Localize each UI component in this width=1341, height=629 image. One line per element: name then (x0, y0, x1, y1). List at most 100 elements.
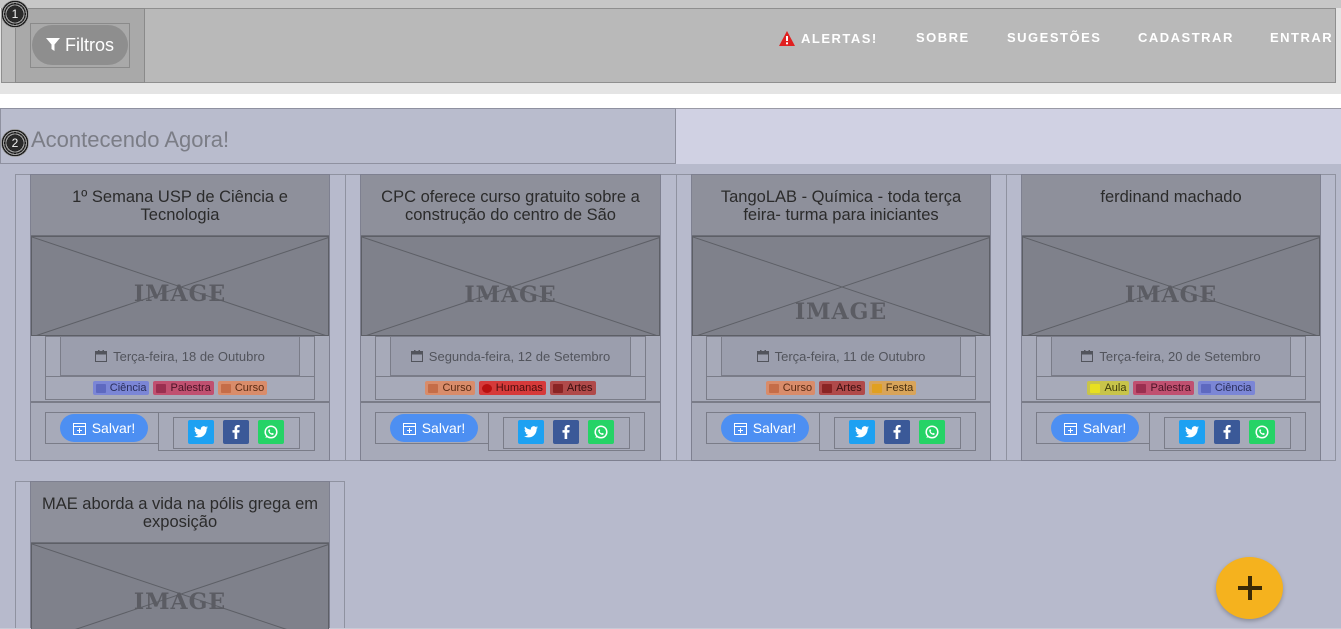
save-button[interactable]: Salvar! (60, 414, 148, 442)
navbar (0, 8, 1341, 94)
building-icon (156, 383, 167, 393)
tag-ciencia[interactable]: Ciência (92, 381, 150, 395)
event-title[interactable]: CPC oferece curso gratuito sobre a const… (361, 175, 660, 236)
twitter-icon (194, 426, 208, 438)
image-placeholder-label: IMAGE (133, 281, 227, 307)
tag-label: Palestra (170, 382, 211, 394)
event-card[interactable]: TangoLAB - Química - toda terça feira- t… (691, 174, 991, 461)
tag-palestra[interactable]: Palestra (153, 381, 214, 395)
whatsapp-icon (594, 425, 608, 439)
calendar-icon (410, 350, 423, 362)
tag-label: Aula (1104, 382, 1127, 394)
notebook-icon (1090, 383, 1101, 393)
tag-festa[interactable]: Festa (868, 381, 917, 395)
tag-curso[interactable]: Curso (425, 381, 475, 395)
whatsapp-share-button[interactable] (1249, 420, 1275, 444)
event-card[interactable]: 1º Semana USP de Ciência e Tecnologia IM… (30, 174, 330, 461)
building-icon (1136, 383, 1147, 393)
calendar-plus-icon (72, 422, 86, 435)
save-button[interactable]: Salvar! (721, 414, 809, 442)
image-placeholder-label: IMAGE (1124, 282, 1218, 308)
facebook-share-button[interactable] (223, 420, 249, 444)
event-title[interactable]: MAE aborda a vida na pólis grega em expo… (31, 482, 329, 543)
nav-link-sobre[interactable]: SOBRE (916, 29, 970, 45)
tag-curso[interactable]: Curso (217, 381, 268, 395)
whatsapp-share-button[interactable] (919, 420, 945, 444)
image-placeholder-label: IMAGE (464, 282, 557, 308)
book-icon (768, 383, 779, 393)
grid-divider (676, 174, 677, 461)
event-card[interactable]: ferdinand machado IMAGE Terça-feira, 20 … (1021, 174, 1321, 461)
flask-icon (95, 383, 106, 393)
add-event-button[interactable] (1216, 557, 1283, 619)
whatsapp-icon (925, 425, 939, 439)
filter-button[interactable]: Filtros (32, 25, 128, 65)
facebook-icon (232, 425, 240, 439)
event-card[interactable]: MAE aborda a vida na pólis grega em expo… (30, 481, 330, 629)
grid-divider (345, 174, 346, 461)
event-date-text: Segunda-feira, 12 de Setembro (428, 348, 611, 364)
twitter-icon (1185, 426, 1199, 438)
grid-divider (1006, 174, 1007, 461)
brush-icon (552, 383, 563, 393)
event-tags: Curso Artes Festa (706, 376, 976, 400)
whatsapp-icon (1255, 425, 1269, 439)
facebook-share-button[interactable] (884, 420, 910, 444)
filter-label: Filtros (65, 34, 114, 55)
event-image: IMAGE (692, 236, 990, 336)
facebook-share-button[interactable] (553, 420, 579, 444)
warning-icon (779, 30, 795, 46)
event-card[interactable]: CPC oferece curso gratuito sobre a const… (360, 174, 661, 461)
whatsapp-share-button[interactable] (258, 420, 284, 444)
book-icon (428, 383, 439, 393)
twitter-share-button[interactable] (849, 420, 875, 444)
save-button[interactable]: Salvar! (390, 414, 478, 442)
tag-label: Curso (782, 382, 813, 394)
tag-label: Curso (234, 382, 265, 394)
event-date-text: Terça-feira, 18 de Outubro (113, 348, 265, 364)
annotation-marker-label: 1 (7, 6, 23, 22)
tag-aula[interactable]: Aula (1087, 381, 1130, 395)
annotation-marker: 2 (1, 129, 29, 157)
event-date-text: Terça-feira, 11 de Outubro (774, 348, 926, 364)
tag-palestra[interactable]: Palestra (1133, 381, 1194, 395)
nav-link-sugestoes[interactable]: SUGESTÕES (1007, 29, 1101, 45)
event-date: Segunda-feira, 12 de Setembro (390, 336, 631, 376)
tag-label: Ciência (109, 382, 147, 394)
nav-link-label: SOBRE (916, 29, 970, 45)
twitter-share-button[interactable] (518, 420, 544, 444)
tag-label: Ciência (1214, 382, 1252, 394)
top-strip (0, 0, 1341, 8)
header-divider (0, 94, 1341, 108)
tag-label: Artes (836, 382, 862, 394)
save-button[interactable]: Salvar! (1051, 414, 1139, 442)
whatsapp-share-button[interactable] (588, 420, 614, 444)
save-label: Salvar! (421, 420, 466, 436)
tag-artes[interactable]: Artes (819, 381, 865, 395)
tag-curso[interactable]: Curso (765, 381, 816, 395)
annotation-marker: 1 (1, 0, 29, 28)
save-label: Salvar! (91, 420, 136, 436)
event-title[interactable]: 1º Semana USP de Ciência e Tecnologia (31, 175, 329, 236)
event-image: IMAGE (31, 236, 329, 336)
facebook-share-button[interactable] (1214, 420, 1240, 444)
event-title[interactable]: ferdinand machado (1022, 175, 1320, 236)
nav-link-cadastrar[interactable]: CADASTRAR (1138, 29, 1234, 45)
event-title[interactable]: TangoLAB - Química - toda terça feira- t… (692, 175, 990, 236)
nav-link-alertas[interactable]: ALERTAS! (779, 30, 878, 46)
tag-humanas[interactable]: Humanas (478, 381, 546, 395)
calendar-plus-icon (1063, 422, 1077, 435)
tag-ciencia[interactable]: Ciência (1197, 381, 1255, 395)
tag-label: Festa (885, 382, 914, 394)
event-tags: Curso Humanas Artes (375, 376, 646, 400)
whatsapp-icon (264, 425, 278, 439)
event-image: IMAGE (361, 236, 660, 336)
event-tags: Aula Palestra Ciência (1036, 376, 1306, 400)
twitter-icon (524, 426, 538, 438)
tag-artes[interactable]: Artes (549, 381, 596, 395)
twitter-share-button[interactable] (1179, 420, 1205, 444)
twitter-share-button[interactable] (188, 420, 214, 444)
section-title: Acontecendo Agora! (31, 127, 230, 152)
nav-link-entrar[interactable]: ENTRAR (1270, 29, 1333, 45)
event-image: IMAGE (31, 543, 329, 629)
